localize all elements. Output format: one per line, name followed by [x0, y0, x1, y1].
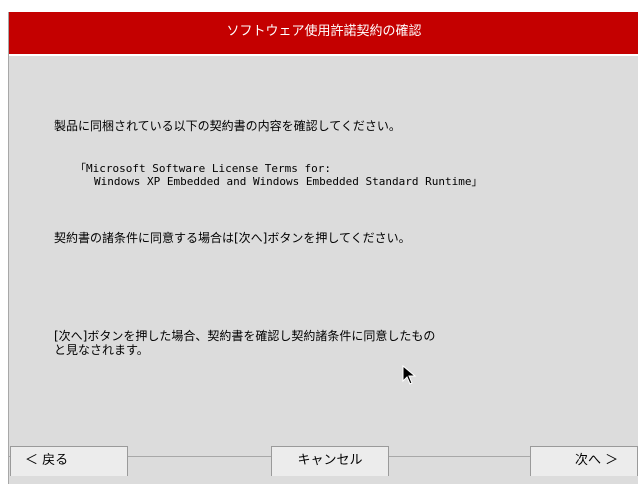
license-title-line2: Windows XP Embedded and Windows Embedded… [94, 175, 483, 188]
intro-text: 製品に同梱されている以下の契約書の内容を確認してください。 [54, 119, 401, 133]
license-title-line1: 「Microsoft Software License Terms for: [75, 162, 332, 175]
next-button[interactable]: 次へ ＞ [530, 446, 638, 476]
instruction-text: 契約書の諸条件に同意する場合は[次へ]ボタンを押してください。 [54, 231, 411, 245]
back-button[interactable]: ＜ 戻る [10, 446, 128, 476]
cancel-button[interactable]: キャンセル [271, 446, 389, 476]
note-text-line2: と見なされます。 [54, 343, 149, 357]
mouse-cursor-icon [402, 365, 417, 385]
license-dialog: ソフトウェア使用許諾契約の確認 製品に同梱されている以下の契約書の内容を確認して… [8, 12, 638, 484]
dialog-title: ソフトウェア使用許諾契約の確認 [9, 12, 638, 56]
dialog-content: 製品に同梱されている以下の契約書の内容を確認してください。 「Microsoft… [9, 56, 638, 464]
note-text-line1: [次へ]ボタンを押した場合、契約書を確認し契約諸条件に同意したもの [54, 329, 436, 343]
